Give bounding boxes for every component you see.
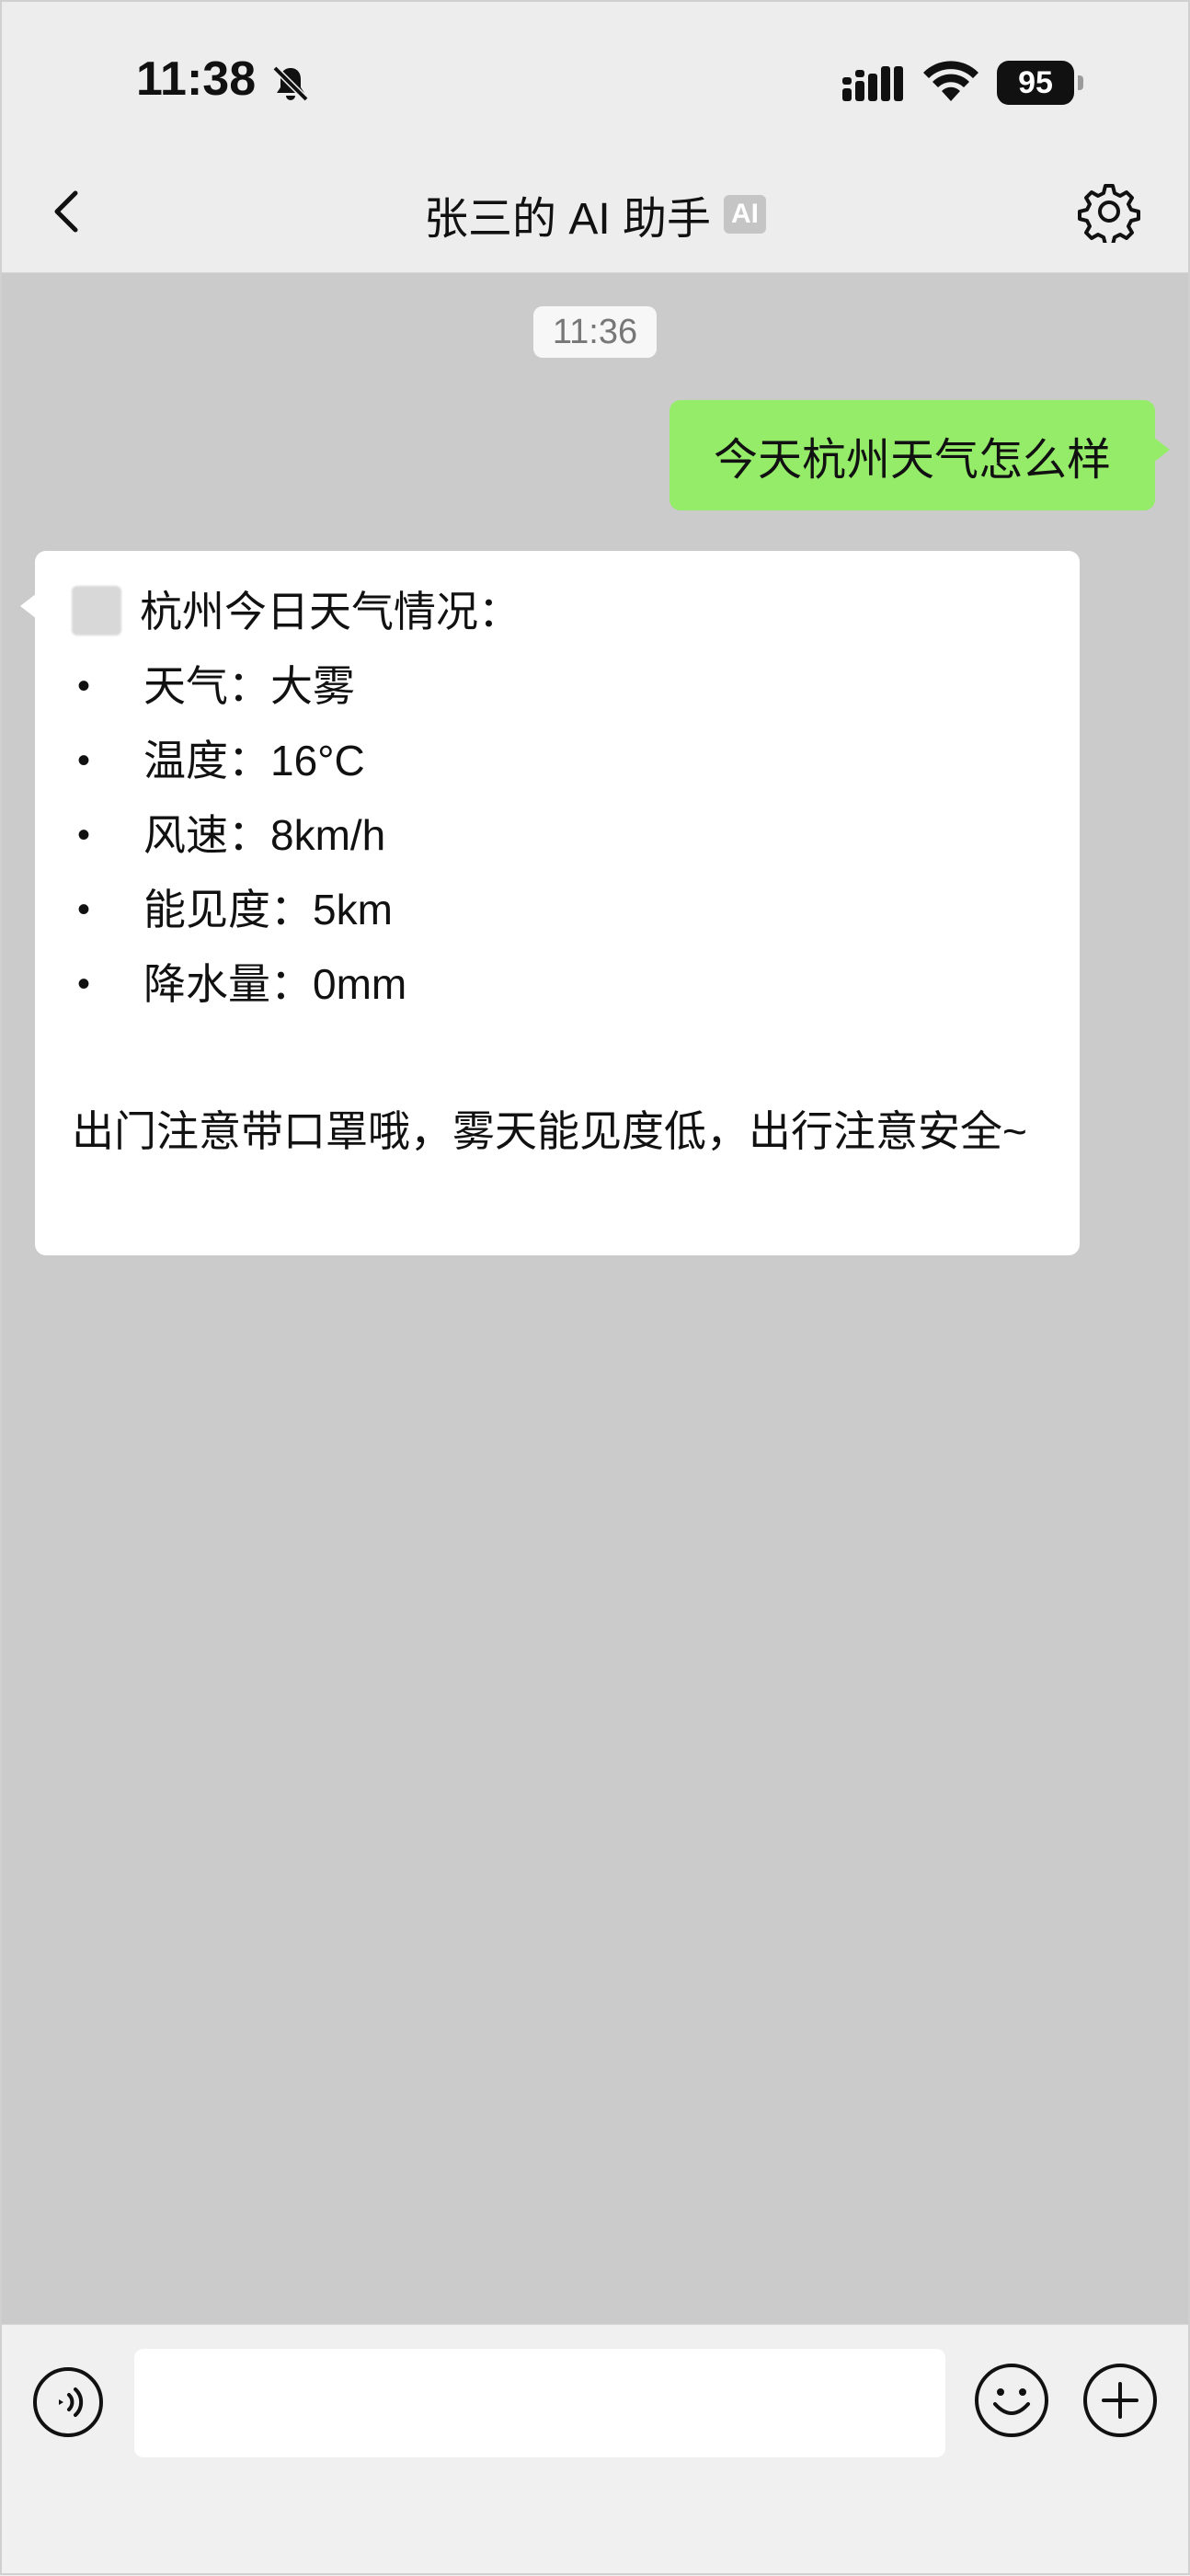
list-item: • 降水量： 0mm <box>77 959 407 1008</box>
wifi-icon <box>923 61 978 101</box>
bell-muted-icon <box>272 65 309 102</box>
ai-badge: AI <box>724 195 767 234</box>
message-timestamp: 11:36 <box>533 306 657 358</box>
outgoing-message-bubble[interactable]: 今天杭州天气怎么样 <box>669 400 1170 510</box>
list-item: • 风速： 8km/h <box>77 810 386 859</box>
settings-gear-icon[interactable] <box>1078 180 1140 243</box>
page-title: 张三的 AI 助手 <box>423 195 712 244</box>
message-input[interactable] <box>134 2349 945 2457</box>
battery-icon: 95 <box>997 61 1085 105</box>
input-bar <box>0 2324 1190 2576</box>
plus-icon[interactable] <box>1081 2362 1159 2439</box>
heading-text: 杭州今日天气情况： <box>140 588 521 635</box>
incoming-message-bubble[interactable]: 杭州今日天气情况： • 天气： 大雾 • 温度： 16°C • 风速： 8km/h • 能见度… <box>20 551 1080 1255</box>
battery-level: 95 <box>997 61 1074 105</box>
status-time: 11:38 <box>136 52 257 106</box>
list-item: • 温度： 16°C <box>77 736 365 784</box>
weather-advice-text: 出门注意带口罩哦，雾天能见度低，出行注意安全~ <box>72 1107 1027 1155</box>
voice-icon[interactable] <box>31 2365 105 2439</box>
weather-heading: 杭州今日天气情况： <box>72 575 1043 648</box>
chat-title: 张三的 AI 助手 AI <box>0 182 1190 246</box>
chat-area[interactable]: 11:36 今天杭州天气怎么样 杭州今日天气情况： • 天气： 大雾 • 温度： 16°… <box>0 273 1190 2324</box>
signal-icon <box>842 66 903 101</box>
blurred-emoji-icon <box>72 586 121 635</box>
outgoing-message-text: 今天杭州天气怎么样 <box>713 436 1111 485</box>
nav-bar: 张三的 AI 助手 AI <box>0 156 1190 273</box>
emoji-icon[interactable] <box>973 2362 1050 2439</box>
list-item: • 能见度： 5km <box>77 885 393 933</box>
status-bar: 11:38 95 <box>0 0 1190 156</box>
list-item: • 天气： 大雾 <box>77 661 355 710</box>
